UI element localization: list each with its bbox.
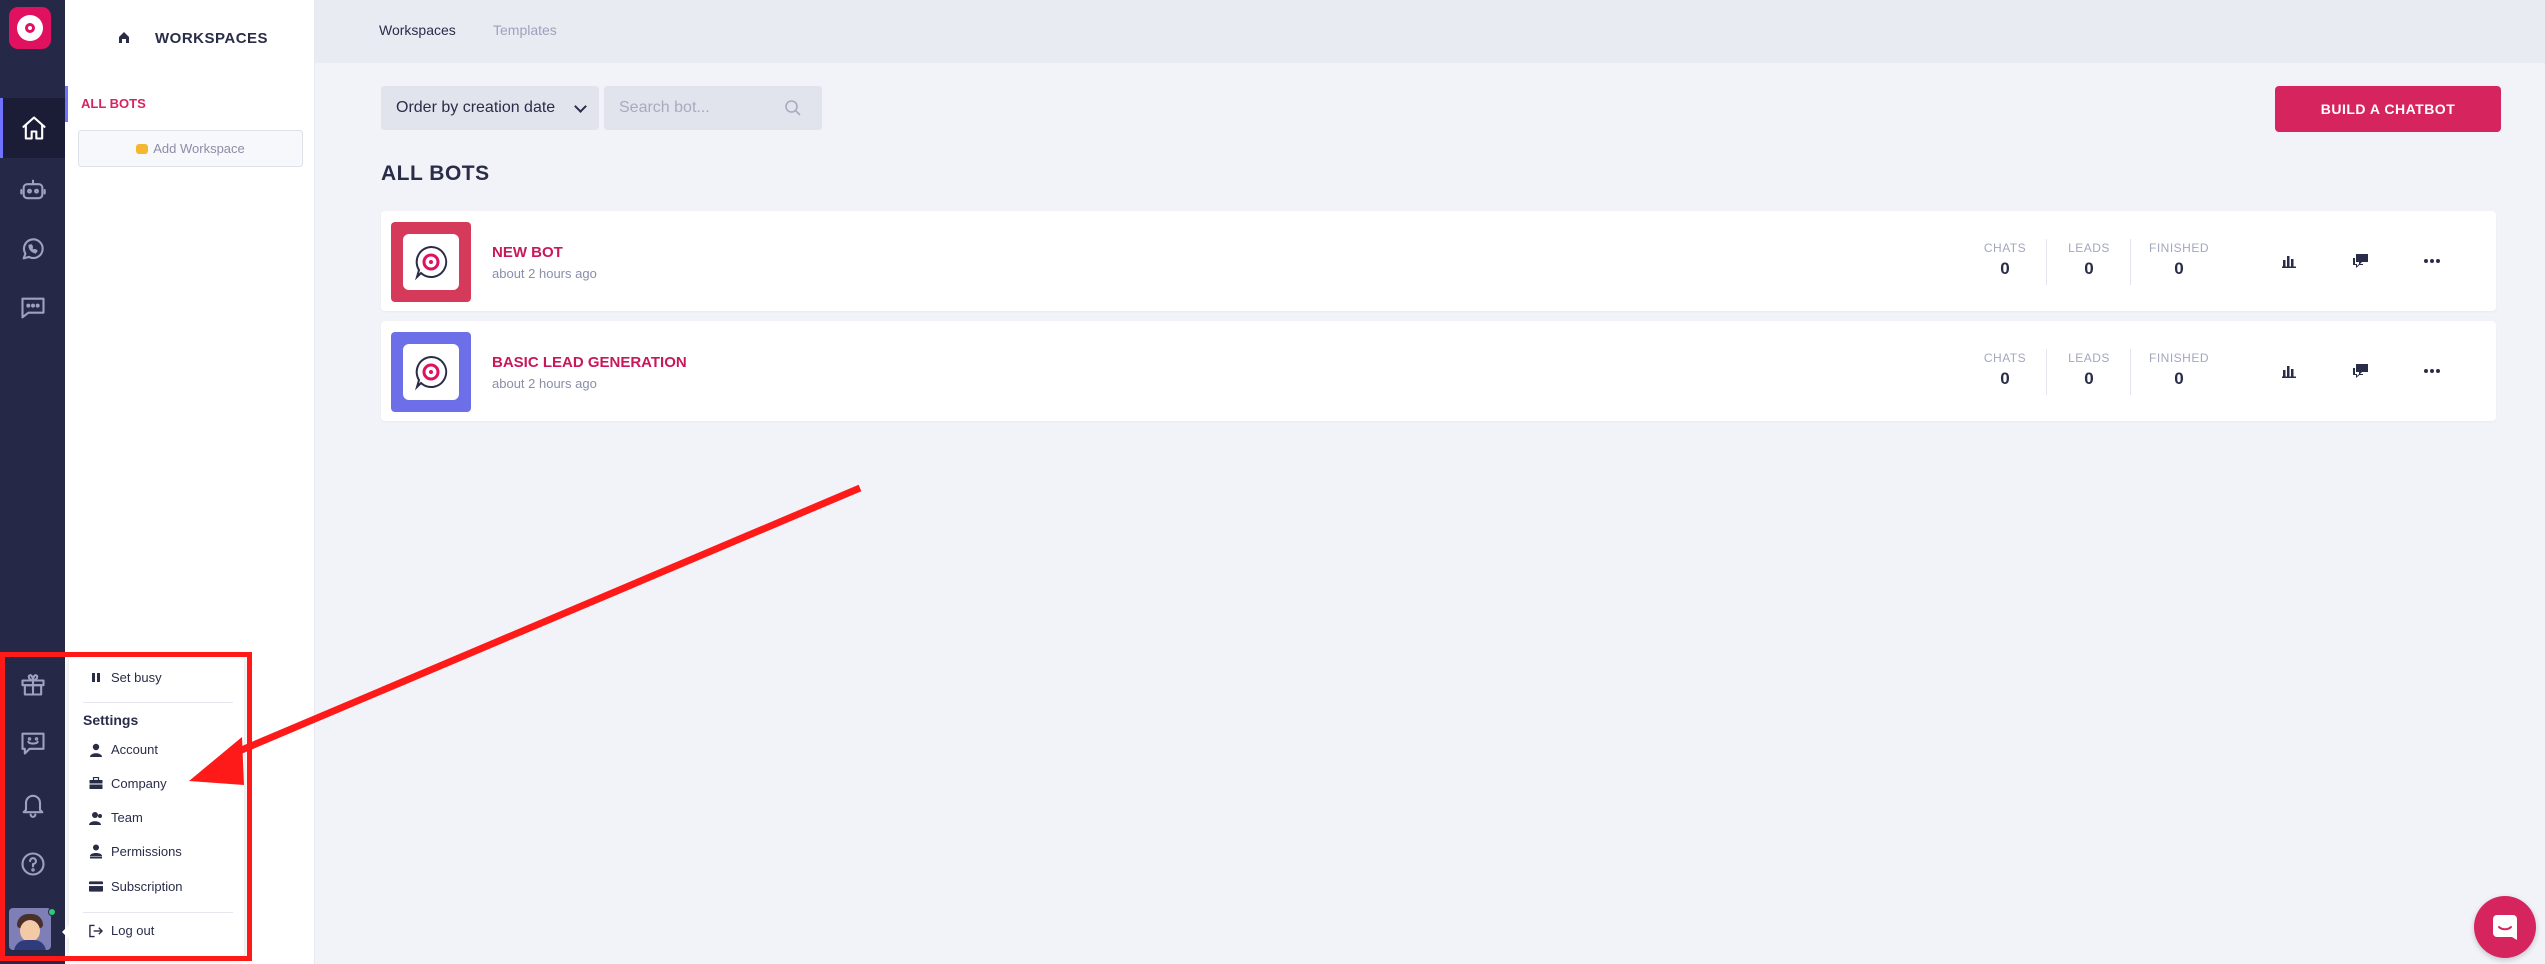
- workspace-home-icon[interactable]: [117, 29, 131, 45]
- search-icon: [785, 100, 801, 116]
- conversations-icon[interactable]: [2349, 251, 2373, 271]
- bot-card[interactable]: NEW BOT about 2 hours ago CHATS 0 LEADS …: [381, 211, 2496, 311]
- stat-label: CHATS: [1983, 241, 2027, 255]
- analytics-icon[interactable]: [2278, 361, 2302, 381]
- order-select[interactable]: Order by creation date: [381, 86, 599, 130]
- top-nav: Workspaces Templates: [315, 0, 2545, 63]
- stat-value: 0: [2084, 369, 2094, 388]
- bot-created-time: about 2 hours ago: [492, 376, 597, 391]
- stat-value: 0: [2174, 259, 2184, 278]
- annotation-highlight-box: [0, 652, 252, 961]
- chat-launcher-button[interactable]: [2474, 896, 2536, 958]
- bot-logo-icon: [414, 355, 448, 391]
- messenger-icon: [2493, 915, 2517, 940]
- workspaces-title: WORKSPACES: [155, 30, 269, 47]
- annotation-arrow: [189, 484, 862, 785]
- bot-name[interactable]: BASIC LEAD GENERATION: [492, 354, 687, 371]
- chat-icon[interactable]: [0, 278, 65, 338]
- stat-value: 0: [2084, 259, 2094, 278]
- bot-logo-icon: [414, 245, 448, 281]
- stat-chats: CHATS 0: [1980, 241, 2030, 279]
- build-chatbot-button[interactable]: BUILD A CHATBOT: [2275, 86, 2501, 132]
- bot-name[interactable]: NEW BOT: [492, 244, 563, 261]
- more-options-icon[interactable]: [2420, 251, 2444, 271]
- tab-workspaces[interactable]: Workspaces: [379, 22, 456, 38]
- stat-label: LEADS: [2068, 241, 2110, 255]
- stat-leads: LEADS 0: [2064, 351, 2114, 389]
- stat-divider: [2130, 349, 2131, 395]
- stat-divider: [2046, 349, 2047, 395]
- stat-value: 0: [2000, 259, 2010, 278]
- order-select-value: Order by creation date: [396, 99, 556, 116]
- stat-divider: [2130, 239, 2131, 285]
- sidebar-item-all-bots[interactable]: ALL BOTS: [65, 86, 315, 122]
- stat-label: FINISHED: [2149, 241, 2210, 255]
- chevron-down-icon: [574, 100, 587, 113]
- stat-label: FINISHED: [2149, 351, 2210, 365]
- whatsapp-icon[interactable]: [0, 219, 65, 279]
- page-title: ALL BOTS: [381, 162, 490, 185]
- app-logo[interactable]: [9, 7, 51, 49]
- stat-label: LEADS: [2068, 351, 2110, 365]
- stat-divider: [2046, 239, 2047, 285]
- stat-value: 0: [2174, 369, 2184, 388]
- stat-finished: FINISHED 0: [2149, 241, 2209, 279]
- more-options-icon[interactable]: [2420, 361, 2444, 381]
- analytics-icon[interactable]: [2278, 251, 2302, 271]
- stat-leads: LEADS 0: [2064, 241, 2114, 279]
- bot-thumbnail: [391, 332, 471, 412]
- home-icon[interactable]: [0, 98, 65, 158]
- stat-chats: CHATS 0: [1980, 351, 2030, 389]
- bot-thumbnail: [391, 222, 471, 302]
- stat-value: 0: [2000, 369, 2010, 388]
- fist-emoji-icon: [136, 143, 149, 154]
- tab-templates[interactable]: Templates: [493, 22, 557, 38]
- add-workspace-label: Add Workspace: [153, 141, 245, 156]
- bot-card[interactable]: BASIC LEAD GENERATION about 2 hours ago …: [381, 321, 2496, 421]
- add-workspace-button[interactable]: Add Workspace: [78, 130, 303, 167]
- bot-created-time: about 2 hours ago: [492, 266, 597, 281]
- conversations-icon[interactable]: [2349, 361, 2373, 381]
- stat-label: CHATS: [1983, 351, 2027, 365]
- stat-finished: FINISHED 0: [2149, 351, 2209, 389]
- bot-icon[interactable]: [0, 160, 65, 220]
